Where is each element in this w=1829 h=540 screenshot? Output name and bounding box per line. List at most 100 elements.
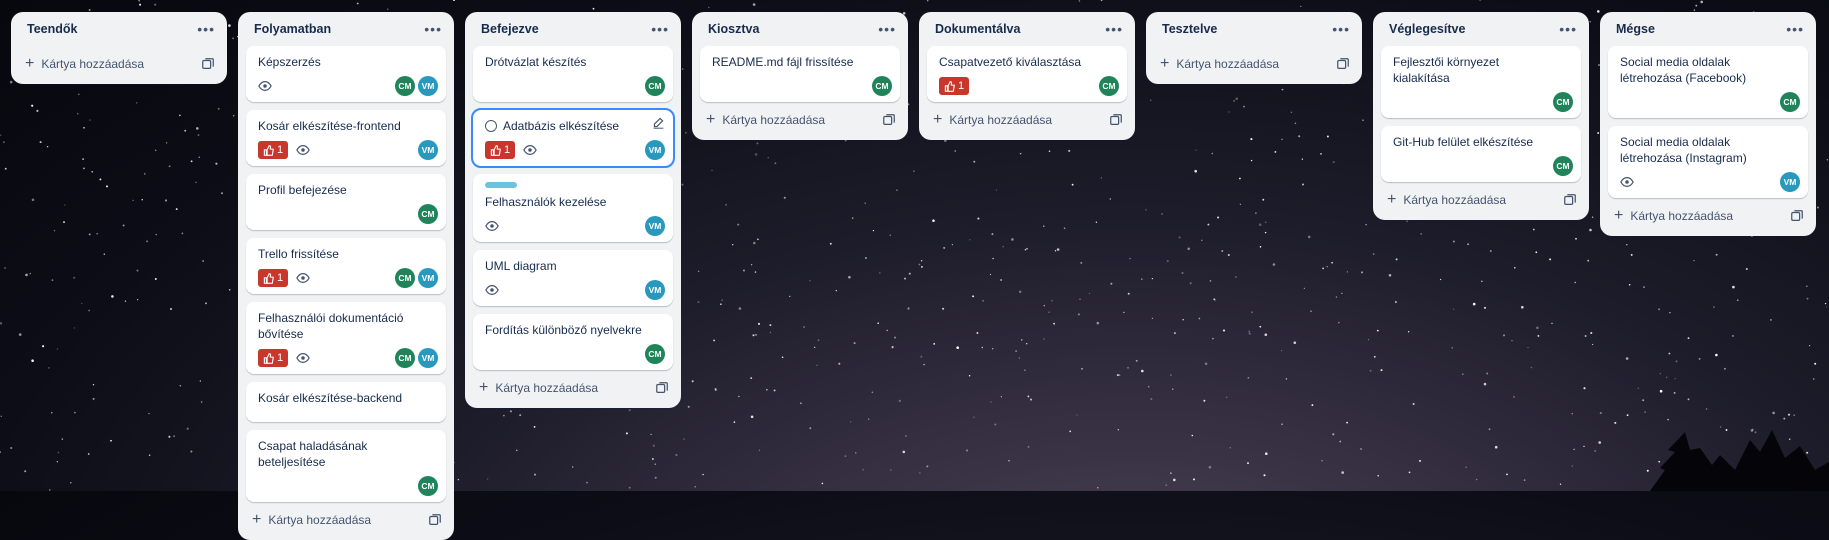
list-title[interactable]: Véglegesítve — [1389, 22, 1465, 36]
card-members: CM — [872, 76, 892, 96]
list-column: Tesztelve ••• + Kártya hozzáadása — [1146, 12, 1362, 84]
member-avatar[interactable]: VM — [645, 140, 665, 160]
member-avatar[interactable]: VM — [418, 268, 438, 288]
card-template-icon[interactable] — [201, 57, 215, 71]
member-avatar[interactable]: CM — [1553, 92, 1573, 112]
add-card-button[interactable]: + Kártya hozzáadása — [706, 112, 825, 128]
list-header: Mégse ••• — [1600, 12, 1816, 46]
card[interactable]: Felhasználói dokumentáció bővítése 1 CM VM — [246, 302, 446, 374]
card-title-text: Kosár elkészítése-frontend — [258, 119, 401, 133]
ellipsis-icon[interactable]: ••• — [878, 21, 896, 37]
member-avatar[interactable]: CM — [418, 476, 438, 496]
member-avatar[interactable]: VM — [418, 348, 438, 368]
add-card-button[interactable]: + Kártya hozzáadása — [479, 380, 598, 396]
card[interactable]: Csapatvezető kiválasztása 1 CM — [927, 46, 1127, 102]
list-title[interactable]: Folyamatban — [254, 22, 331, 36]
member-avatar[interactable]: CM — [418, 204, 438, 224]
list-column: Folyamatban ••• Képszerzés CM VM Kosár elkész… — [238, 12, 454, 540]
member-avatar[interactable]: CM — [645, 76, 665, 96]
card[interactable]: UML diagram VM — [473, 250, 673, 306]
card-title: Kosár elkészítése-frontend — [258, 118, 438, 134]
member-avatar[interactable]: VM — [645, 216, 665, 236]
list-title[interactable]: Kiosztva — [708, 22, 759, 36]
card[interactable]: Profil befejezése CM — [246, 174, 446, 230]
member-avatar[interactable]: CM — [1780, 92, 1800, 112]
add-card-button[interactable]: + Kártya hozzáadása — [933, 112, 1052, 128]
card-title: Felhasználói dokumentáció bővítése — [258, 310, 438, 342]
card[interactable]: README.md fájl frissítése CM — [700, 46, 900, 102]
pencil-icon[interactable] — [652, 116, 665, 134]
card[interactable]: Drótvázlat készítés CM — [473, 46, 673, 102]
ellipsis-icon[interactable]: ••• — [1559, 21, 1577, 37]
card[interactable]: Felhasználók kezelése VM — [473, 174, 673, 242]
card-members: CM — [645, 344, 665, 364]
card-template-icon[interactable] — [655, 381, 669, 395]
card-template-icon[interactable] — [1790, 209, 1804, 223]
member-avatar[interactable]: CM — [1099, 76, 1119, 96]
list-title[interactable]: Teendők — [27, 22, 77, 36]
add-card-button[interactable]: + Kártya hozzáadása — [1160, 56, 1279, 72]
card-badges-row: CM — [258, 204, 438, 224]
member-avatar[interactable]: VM — [418, 76, 438, 96]
list-title[interactable]: Dokumentálva — [935, 22, 1020, 36]
card[interactable]: Kosár elkészítése-backend — [246, 382, 446, 422]
ellipsis-icon[interactable]: ••• — [1105, 21, 1123, 37]
ellipsis-icon[interactable]: ••• — [1332, 21, 1350, 37]
member-avatar[interactable]: VM — [645, 280, 665, 300]
card-members: CM VM — [395, 348, 438, 368]
member-avatar[interactable]: CM — [1553, 156, 1573, 176]
ellipsis-icon[interactable]: ••• — [651, 21, 669, 37]
card-template-icon[interactable] — [1109, 113, 1123, 127]
plus-icon: + — [1387, 191, 1397, 208]
member-avatar[interactable]: CM — [395, 348, 415, 368]
card-title: Kosár elkészítése-backend — [258, 390, 438, 406]
board: Teendők ••• + Kártya hozzáadása Folyamatban •… — [11, 12, 1816, 540]
member-avatar[interactable]: VM — [418, 140, 438, 160]
add-card-label: Kártya hozzáadása — [41, 57, 145, 71]
ellipsis-icon[interactable]: ••• — [1786, 21, 1804, 37]
card[interactable]: Kosár elkészítése-frontend 1 VM — [246, 110, 446, 166]
member-avatar[interactable]: CM — [395, 268, 415, 288]
card-badges — [485, 219, 499, 233]
list-header: Folyamatban ••• — [238, 12, 454, 46]
card[interactable]: Fejlesztői környezet kialakítása CM — [1381, 46, 1581, 118]
eye-icon — [523, 143, 537, 157]
member-avatar[interactable]: VM — [1780, 172, 1800, 192]
add-card-button[interactable]: + Kártya hozzáadása — [252, 511, 371, 528]
add-card-button[interactable]: + Kártya hozzáadása — [1614, 208, 1733, 224]
list-column: Dokumentálva ••• Csapatvezető kiválasztása… — [919, 12, 1135, 140]
card-badges-row: CM — [258, 476, 438, 496]
member-avatar[interactable]: CM — [645, 344, 665, 364]
card-title: Felhasználók kezelése — [485, 194, 665, 210]
card[interactable]: Social media oldalak létrehozása (Facebo… — [1608, 46, 1808, 118]
card[interactable]: Trello frissítése 1 CM VM — [246, 238, 446, 294]
card-template-icon[interactable] — [1563, 193, 1577, 207]
list-title[interactable]: Mégse — [1616, 22, 1655, 36]
card-title: Képszerzés — [258, 54, 438, 70]
card-badges — [1620, 175, 1634, 189]
list-title[interactable]: Befejezve — [481, 22, 539, 36]
card-title-text: Képszerzés — [258, 55, 321, 69]
card[interactable]: Fordítás különböző nyelvekre CM — [473, 314, 673, 370]
card[interactable]: Csapat haladásának beteljesítése CM — [246, 430, 446, 502]
card-template-icon[interactable] — [882, 113, 896, 127]
card-title-text: Social media oldalak létrehozása (Instag… — [1620, 135, 1747, 165]
ellipsis-icon[interactable]: ••• — [197, 21, 215, 37]
member-avatar[interactable]: CM — [395, 76, 415, 96]
card[interactable]: Képszerzés CM VM — [246, 46, 446, 102]
member-avatar[interactable]: CM — [872, 76, 892, 96]
card-template-icon[interactable] — [428, 513, 442, 527]
card[interactable]: Git-Hub felület elkészítése CM — [1381, 126, 1581, 182]
card[interactable]: Adatbázis elkészítése 1 VM — [471, 108, 675, 168]
add-card-button[interactable]: + Kártya hozzáadása — [1387, 191, 1506, 208]
card-badges-row: CM — [485, 344, 665, 364]
list-title[interactable]: Tesztelve — [1162, 22, 1217, 36]
add-card-button[interactable]: + Kártya hozzáadása — [25, 56, 145, 72]
card[interactable]: Social media oldalak létrehozása (Instag… — [1608, 126, 1808, 198]
ellipsis-icon[interactable]: ••• — [424, 21, 442, 37]
card-badges-row: CM — [1393, 92, 1573, 112]
card-title: UML diagram — [485, 258, 665, 274]
plus-icon: + — [252, 511, 262, 528]
card-template-icon[interactable] — [1336, 57, 1350, 71]
circle-checkbox-icon[interactable] — [485, 120, 497, 132]
